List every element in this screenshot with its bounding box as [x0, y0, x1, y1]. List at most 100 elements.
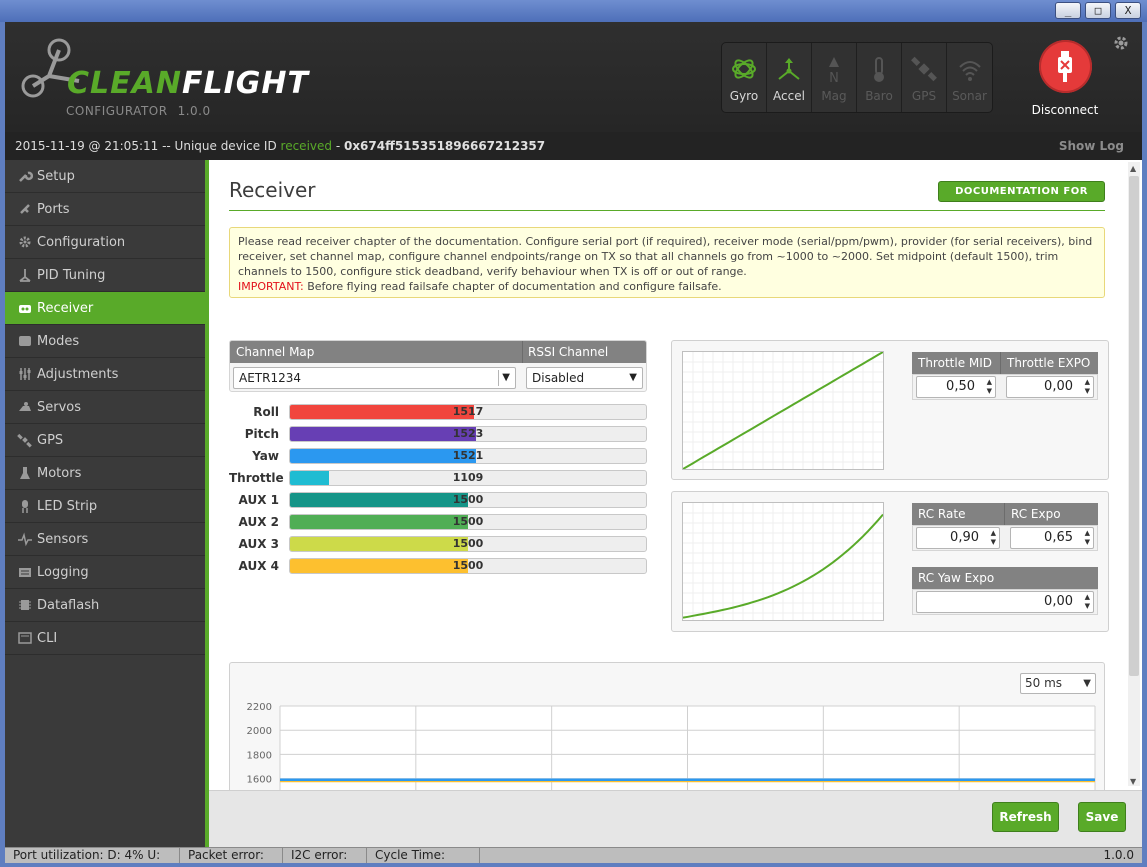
sidebar-item-led-strip[interactable]: LED Strip	[5, 490, 205, 523]
window-controls: _ □ X	[1055, 2, 1141, 19]
sidebar-item-ports[interactable]: Ports	[5, 193, 205, 226]
y-tick-label: 1800	[247, 750, 272, 761]
rc-live-graph: 22002000180016001400	[247, 702, 1096, 790]
rssi-channel-label: RSSI Channel	[528, 345, 609, 359]
rc-yaw-expo-label: RC Yaw Expo	[918, 571, 995, 585]
scroll-down-icon[interactable]: ▼	[1130, 777, 1136, 786]
throttle-expo-label: Throttle EXPO	[1007, 356, 1091, 370]
save-button[interactable]: Save	[1078, 802, 1126, 832]
sidebar-item-label: Configuration	[37, 234, 126, 250]
rc-live-graph-panel: 50 ms ▼ 22002000180016001400	[229, 662, 1105, 790]
spinner-icon[interactable]: ▲ ▼	[1085, 593, 1090, 611]
sensor-gps: GPS	[902, 43, 947, 112]
status-bar: Port utilization: D: 4% U: 1% Packet err…	[5, 847, 1142, 863]
channel-label: Roll	[253, 405, 279, 419]
baro-icon	[874, 57, 884, 82]
channel-bar: 1521	[289, 448, 647, 464]
channel-value: 1521	[452, 449, 484, 462]
channel-label: AUX 4	[238, 559, 279, 573]
sidebar-item-label: Logging	[37, 564, 89, 580]
channel-value: 1109	[452, 471, 484, 484]
sidebar-item-adjustments[interactable]: Adjustments	[5, 358, 205, 391]
sensor-label: Gyro	[729, 89, 759, 103]
sensor-gyro: Gyro	[722, 43, 767, 112]
note-important-label: IMPORTANT:	[238, 280, 304, 293]
channel-map-label: Channel Map	[236, 345, 315, 359]
cleanflight-logo: CLEANFLIGHT CONFIGURATOR 1.0.0	[19, 36, 309, 118]
channel-row-aux-4: AUX 4 1500	[229, 558, 649, 574]
throttle-fields-header: Throttle MID Throttle EXPO	[912, 352, 1098, 374]
chevron-down-icon: ▼	[502, 372, 510, 383]
rc-fields-header: RC Rate RC Expo	[912, 503, 1098, 525]
title-divider	[229, 210, 1105, 211]
sidebar-item-gps[interactable]: GPS	[5, 424, 205, 457]
channel-map-select[interactable]: AETR1234 ▼	[233, 367, 516, 389]
sidebar-item-servos[interactable]: Servos	[5, 391, 205, 424]
rc-expo-input[interactable]: 0,65 ▲ ▼	[1010, 527, 1094, 549]
disconnect-button[interactable]: Disconnect	[1025, 40, 1105, 117]
refresh-button[interactable]: Refresh	[992, 802, 1059, 832]
sidebar-item-sensors[interactable]: Sensors	[5, 523, 205, 556]
sidebar-item-cli[interactable]: CLI	[5, 622, 205, 655]
spinner-icon[interactable]: ▲ ▼	[1085, 529, 1090, 547]
rc-yaw-expo-input[interactable]: 0,00 ▲ ▼	[916, 591, 1094, 613]
sidebar-item-modes[interactable]: Modes	[5, 325, 205, 358]
spinner-icon[interactable]: ▲ ▼	[991, 529, 996, 547]
sidebar-item-label: Servos	[37, 399, 82, 415]
scroll-thumb[interactable]	[1129, 176, 1139, 676]
gear-icon	[17, 234, 33, 250]
documentation-button[interactable]: DOCUMENTATION FOR 1.9.0	[938, 181, 1105, 216]
sidebar-item-setup[interactable]: Setup	[5, 160, 205, 193]
pulse-icon	[17, 531, 33, 547]
mag-icon: N	[829, 57, 839, 83]
sidebar-item-configuration[interactable]: Configuration	[5, 226, 205, 259]
log-status: received	[280, 139, 332, 153]
channel-label: Throttle	[229, 471, 284, 485]
rc-curve-graph	[682, 502, 884, 621]
channel-bar: 1500	[289, 558, 647, 574]
log-icon	[17, 564, 33, 580]
sidebar-item-motors[interactable]: Motors	[5, 457, 205, 490]
channel-value: 1500	[452, 515, 484, 528]
scroll-up-icon[interactable]: ▲	[1130, 164, 1136, 173]
terminal-icon	[17, 630, 33, 646]
throttle-mid-label: Throttle MID	[918, 356, 993, 370]
channel-label: Yaw	[252, 449, 279, 463]
sidebar-item-label: Modes	[37, 333, 80, 349]
rc-rate-input[interactable]: 0,90 ▲ ▼	[916, 527, 1000, 549]
minimize-button[interactable]: _	[1055, 2, 1081, 19]
sidebar-item-logging[interactable]: Logging	[5, 556, 205, 589]
content-scrollbar[interactable]: ▲ ▼	[1128, 162, 1140, 786]
sidebar-item-pid-tuning[interactable]: PID Tuning	[5, 259, 205, 292]
refresh-rate-select[interactable]: 50 ms ▼	[1020, 673, 1096, 694]
sidebar-nav: Setup Ports Configuration PID Tuning Receive…	[5, 160, 205, 847]
sidebar-item-dataflash[interactable]: Dataflash	[5, 589, 205, 622]
usb-disconnect-icon	[1038, 40, 1092, 93]
rc-fields: 0,90 ▲ ▼ 0,65 ▲ ▼	[912, 525, 1098, 551]
show-log-link[interactable]: Show Log	[1059, 132, 1124, 160]
throttle-mid-input[interactable]: 0,50 ▲ ▼	[916, 376, 996, 398]
motor-icon	[17, 465, 33, 481]
modes-icon	[17, 333, 33, 349]
maximize-button[interactable]: □	[1085, 2, 1111, 19]
channel-bar: 1500	[289, 492, 647, 508]
close-button[interactable]: X	[1115, 2, 1141, 19]
channel-row-aux-1: AUX 1 1500	[229, 492, 649, 508]
rssi-channel-select[interactable]: Disabled ▼	[526, 367, 643, 389]
channel-row-aux-2: AUX 2 1500	[229, 514, 649, 530]
sidebar-item-receiver[interactable]: Receiver	[5, 292, 205, 325]
spinner-icon[interactable]: ▲ ▼	[987, 378, 992, 396]
rc-curve-panel: RC Rate RC Expo 0,90 ▲ ▼ 0,65 ▲ ▼ RC Yaw Exp…	[671, 491, 1109, 632]
logo-wordmark: CLEANFLIGHT	[67, 66, 309, 101]
throttle-expo-input[interactable]: 0,00 ▲ ▼	[1006, 376, 1094, 398]
spinner-icon[interactable]: ▲ ▼	[1085, 378, 1090, 396]
sidebar-item-label: CLI	[37, 630, 58, 646]
channel-label: AUX 2	[238, 515, 279, 529]
note-text: Please read receiver chapter of the docu…	[238, 235, 1093, 278]
refresh-rate-value: 50 ms	[1025, 676, 1063, 690]
log-bar: 2015-11-19 @ 21:05:11 -- Unique device I…	[5, 132, 1142, 160]
settings-gear-icon[interactable]	[1112, 34, 1130, 52]
channel-row-roll: Roll 1517	[229, 404, 649, 420]
throttle-fields: 0,50 ▲ ▼ 0,00 ▲ ▼	[912, 374, 1098, 400]
log-prefix: 2015-11-19 @ 21:05:11 -- Unique device I…	[15, 139, 281, 153]
